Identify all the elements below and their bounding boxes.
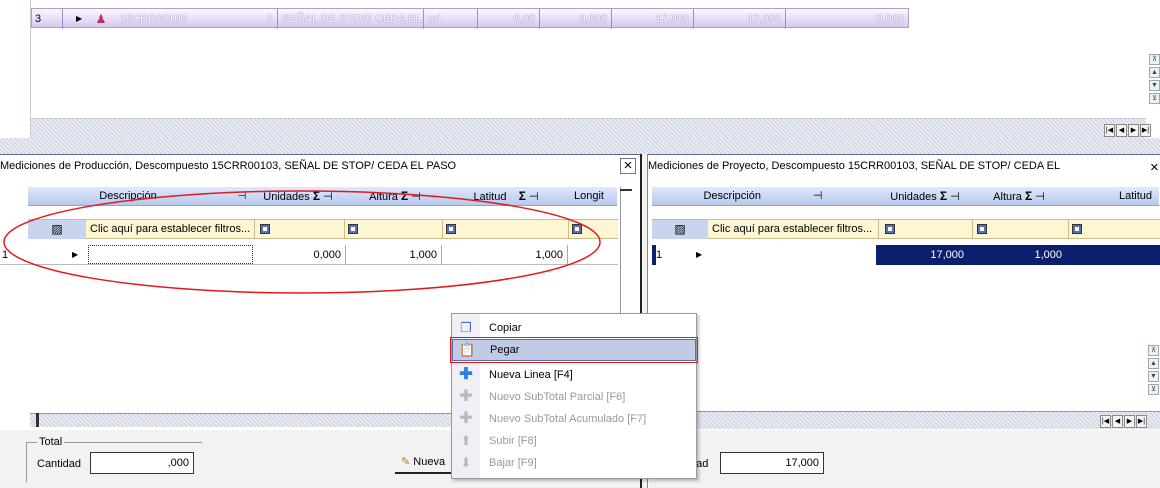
menu-item-new-line[interactable]: ✚ Nueva Linea [F4] [452, 364, 696, 386]
copy-icon: ❐ [460, 320, 472, 335]
paste-icon: 📋 [459, 342, 476, 357]
context-menu: ❐ Copiar 📋 Pegar ✚ Nueva Linea [F4] ✚ Nu… [450, 313, 698, 479]
menu-item-move-up[interactable]: ⬆ Subir [F8] [452, 430, 696, 452]
arrow-down-icon: ⬇ [460, 455, 472, 470]
menu-item-paste[interactable]: 📋 Pegar [450, 337, 698, 363]
menu-item-new-subtotal-partial[interactable]: ✚ Nuevo SubTotal Parcial [F6] [452, 386, 696, 408]
plus-icon: ✚ [459, 366, 473, 383]
arrow-up-icon: ⬆ [460, 433, 472, 448]
menu-item-move-down[interactable]: ⬇ Bajar [F9] [452, 452, 696, 474]
menu-item-copy[interactable]: ❐ Copiar [452, 317, 696, 339]
plus-icon: ✚ [459, 388, 473, 405]
plus-icon: ✚ [459, 410, 473, 427]
menu-item-new-subtotal-cumulative[interactable]: ✚ Nuevo SubTotal Acumulado [F7] [452, 408, 696, 430]
